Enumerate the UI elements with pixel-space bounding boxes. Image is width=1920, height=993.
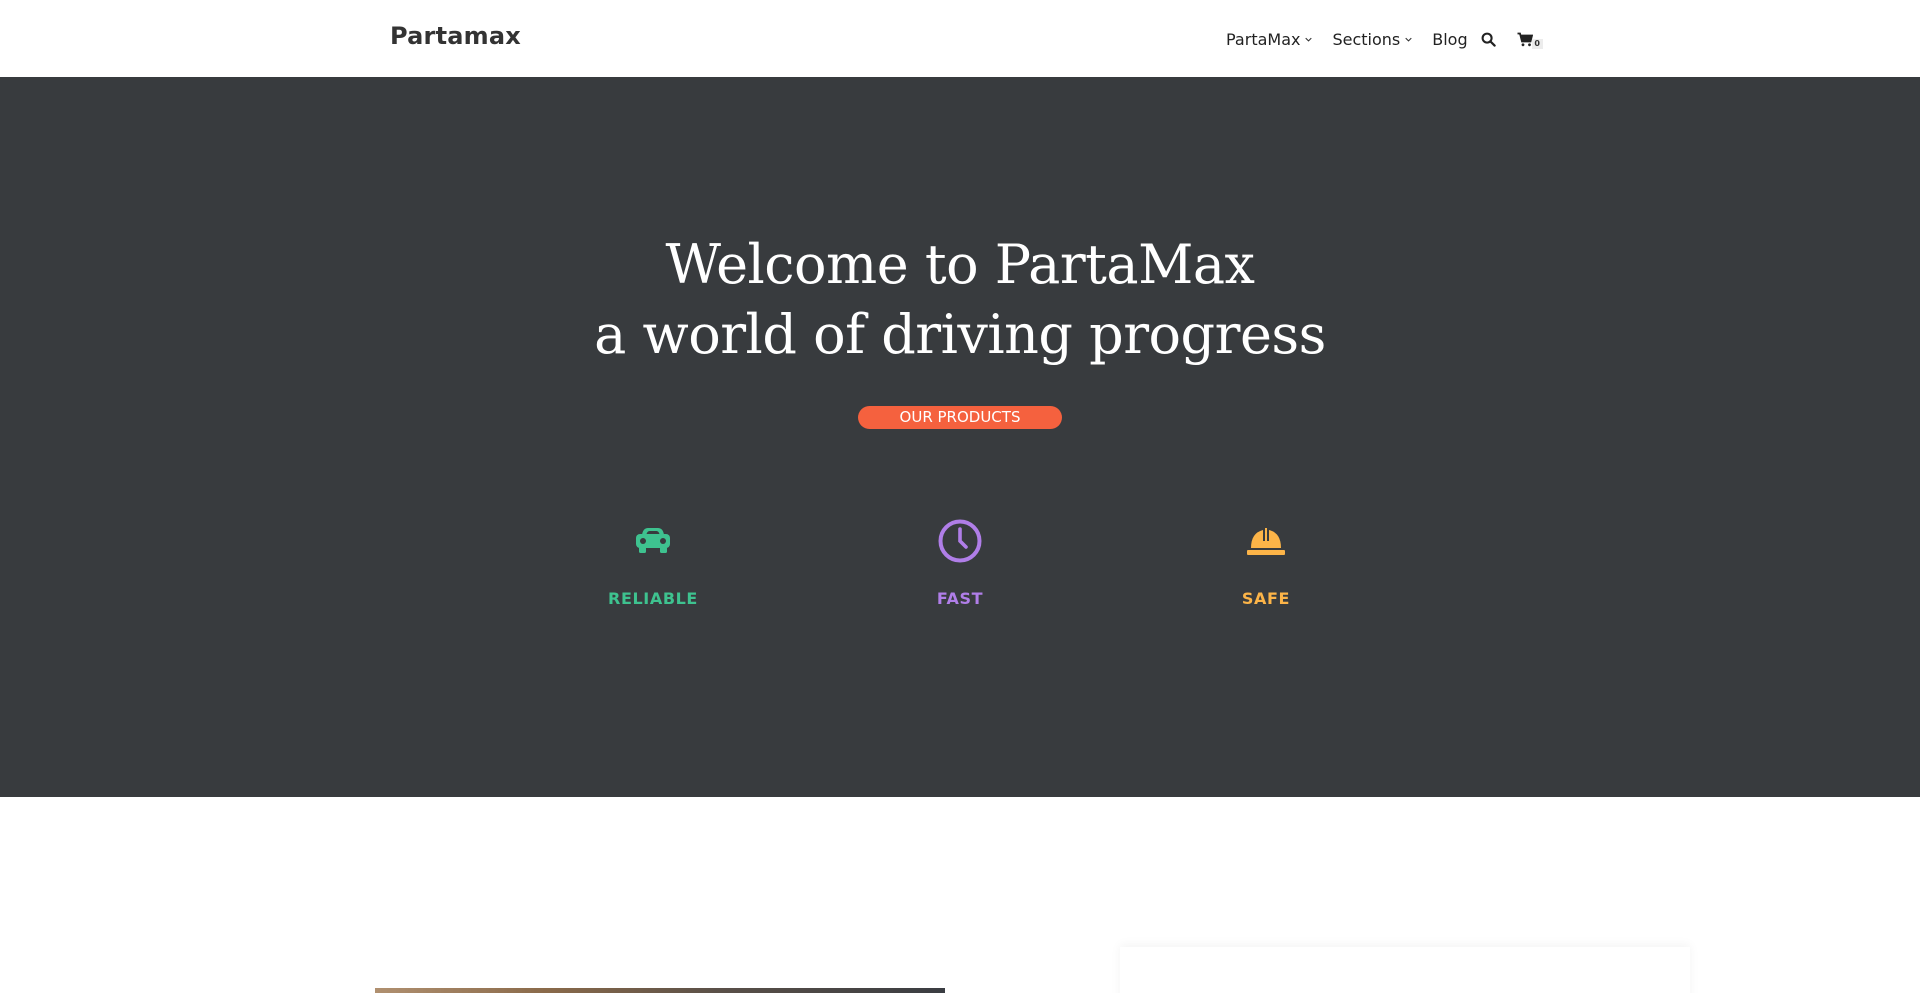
hero-title-line2: a world of driving progress [594, 303, 1326, 366]
main-nav: PartaMax Sections Blog 0 [1226, 27, 1543, 51]
hard-hat-icon [1247, 528, 1285, 555]
feature-safe: SAFE [1186, 517, 1346, 608]
cart-icon[interactable]: 0 [1516, 30, 1543, 49]
nav-item-label: Blog [1432, 29, 1468, 49]
site-logo[interactable]: Partamax [390, 22, 521, 50]
hero-title-line1: Welcome to PartaMax [665, 233, 1255, 296]
feature-label: SAFE [1241, 589, 1291, 608]
chevron-down-icon [1405, 37, 1412, 42]
feature-reliable: RELIABLE [573, 517, 733, 608]
hero-title: Welcome to PartaMax a world of driving p… [0, 230, 1920, 370]
search-icon[interactable] [1480, 30, 1498, 48]
clock-icon [938, 519, 982, 563]
nav-item-label: PartaMax [1226, 29, 1301, 49]
nav-item-label: Sections [1332, 29, 1401, 49]
car-icon [636, 528, 670, 553]
feature-label: FAST [936, 589, 984, 608]
our-products-button[interactable]: OUR PRODUCTS [858, 406, 1062, 429]
content-section [0, 797, 1920, 993]
chevron-down-icon [1305, 37, 1313, 42]
nav-item-partamax[interactable]: PartaMax [1226, 29, 1313, 49]
nav-item-blog[interactable]: Blog [1432, 30, 1467, 49]
content-image [375, 988, 945, 993]
content-card [1120, 947, 1690, 993]
feature-fast: FAST [880, 517, 1040, 608]
cart-count-badge: 0 [1531, 39, 1543, 49]
feature-label: RELIABLE [608, 589, 698, 608]
hero-section: Welcome to PartaMax a world of driving p… [0, 77, 1920, 797]
nav-item-sections[interactable]: Sections [1332, 30, 1412, 49]
site-header: Partamax PartaMax Sections Blog 0 [0, 0, 1920, 77]
